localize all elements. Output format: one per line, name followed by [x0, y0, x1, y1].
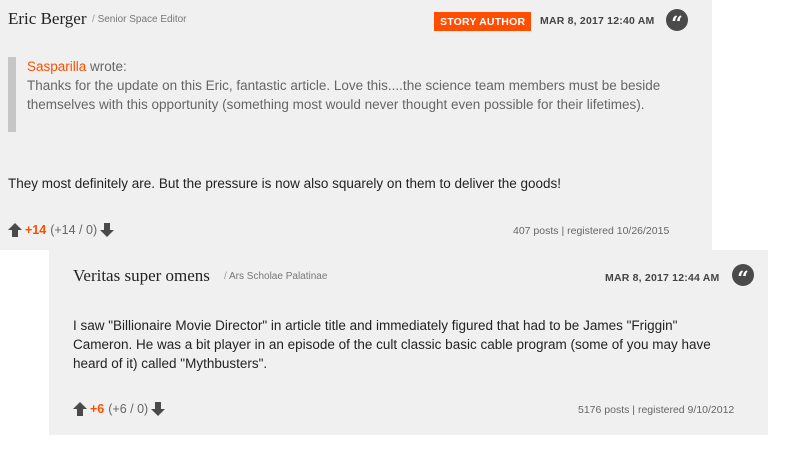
meta-separator: | [632, 404, 636, 416]
vote-controls: +6 (+6 / 0) [73, 402, 166, 416]
downvote-arrow-icon[interactable] [100, 223, 115, 237]
meta-separator: | [561, 225, 565, 237]
author-meta: 5176 posts | registered 9/10/2012 [578, 404, 734, 416]
role-text: Ars Scholae Palatinae [229, 271, 328, 282]
upvote-arrow-icon[interactable] [73, 402, 87, 416]
vote-controls: +14 (+14 / 0) [8, 223, 115, 237]
post-count: 5176 posts [578, 404, 630, 416]
vote-breakdown: (+14 / 0) [50, 223, 98, 237]
role-text: Senior Space Editor [97, 14, 187, 25]
comment-date[interactable]: MAR 8, 2017 12:40 AM [540, 15, 655, 27]
upvote-arrow-icon[interactable] [8, 223, 22, 237]
comment-author[interactable]: Eric Berger [8, 9, 87, 29]
comment-author[interactable]: Veritas super omens [73, 266, 210, 286]
quoted-text: Thanks for the update on this Eric, fant… [27, 78, 661, 112]
quoted-wrote: wrote: [90, 59, 127, 74]
vote-breakdown: (+6 / 0) [108, 402, 149, 416]
comment-eric-berger: Eric Berger / Senior Space Editor STORY … [0, 0, 712, 250]
vote-score: +14 [25, 223, 47, 237]
quoted-author[interactable]: Sasparilla [27, 59, 86, 74]
post-count: 407 posts [513, 225, 559, 237]
comment-body: They most definitely are. But the pressu… [8, 176, 562, 191]
author-meta: 407 posts | registered 10/26/2015 [513, 225, 669, 237]
comment-body: I saw "Billionaire Movie Director" in ar… [73, 318, 711, 371]
quote-icon[interactable]: “ [732, 264, 754, 286]
story-author-badge: STORY AUTHOR [434, 12, 532, 31]
comment-date[interactable]: MAR 8, 2017 12:44 AM [605, 272, 720, 284]
author-role: / Senior Space Editor [92, 14, 187, 25]
quote-icon[interactable]: “ [666, 9, 688, 31]
downvote-arrow-icon[interactable] [151, 402, 166, 416]
registered-date: registered 10/26/2015 [567, 225, 670, 237]
role-separator: / [224, 271, 227, 282]
quoted-comment: Sasparilla wrote: Thanks for the update … [8, 57, 678, 132]
role-separator: / [92, 14, 95, 25]
comment-veritas-super-omens: Veritas super omens / Ars Scholae Palati… [49, 250, 768, 435]
author-role: / Ars Scholae Palatinae [224, 271, 327, 282]
registered-date: registered 9/10/2012 [637, 404, 735, 416]
vote-score: +6 [90, 402, 105, 416]
